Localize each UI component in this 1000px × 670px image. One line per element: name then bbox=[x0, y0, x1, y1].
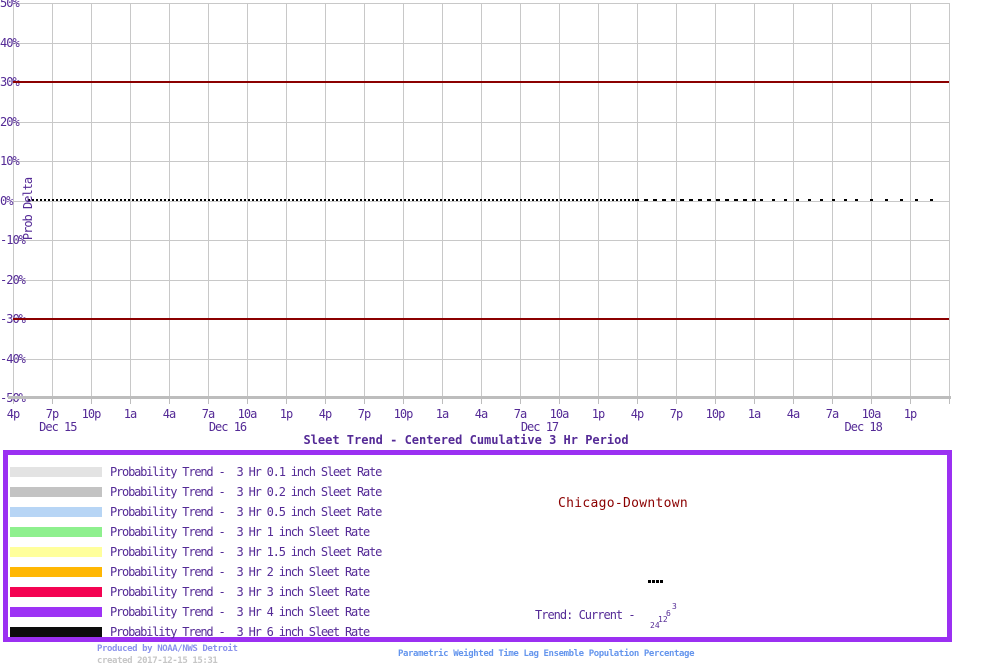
vertical-gridline bbox=[949, 3, 950, 398]
legend-label: Probability Trend - 3 Hr 1 inch Sleet Ra… bbox=[110, 525, 369, 539]
x-tick-label: 1a bbox=[738, 408, 770, 421]
zero-trend-dotted-line bbox=[855, 199, 938, 201]
x-tick-label: 1a bbox=[114, 408, 146, 421]
x-tick-label: 1p bbox=[894, 408, 926, 421]
x-tick-label: 10p bbox=[699, 408, 731, 421]
legend-label: Probability Trend - 3 Hr 0.2 inch Sleet … bbox=[110, 485, 381, 499]
chart-title: Sleet Trend - Centered Cumulative 3 Hr P… bbox=[0, 433, 932, 447]
legend-color-swatch bbox=[10, 587, 102, 597]
x-axis-line bbox=[8, 396, 951, 399]
y-tick-label: -40% bbox=[0, 353, 25, 365]
horizontal-gridline bbox=[13, 280, 949, 281]
x-tick-label: 4p bbox=[309, 408, 341, 421]
zero-trend-dotted-line bbox=[760, 199, 855, 201]
horizontal-gridline bbox=[13, 201, 949, 202]
x-tick-label: 7a bbox=[816, 408, 848, 421]
x-tick-label: 7p bbox=[660, 408, 692, 421]
reference-line-plus30 bbox=[13, 81, 949, 83]
x-tick-label: 7p bbox=[348, 408, 380, 421]
x-tick-label: 1p bbox=[582, 408, 614, 421]
x-tick-label: 4a bbox=[777, 408, 809, 421]
legend-row: Probability Trend - 3 Hr 0.2 inch Sleet … bbox=[8, 482, 508, 502]
legend-color-swatch bbox=[10, 567, 102, 577]
legend-color-swatch bbox=[10, 507, 102, 517]
y-tick-label: 50% bbox=[0, 0, 19, 9]
trend-hour-3: 3 bbox=[672, 603, 677, 611]
legend-row: Probability Trend - 3 Hr 1.5 inch Sleet … bbox=[8, 542, 508, 562]
x-tick-label: 10p bbox=[387, 408, 419, 421]
legend-row: Probability Trend - 3 Hr 4 inch Sleet Ra… bbox=[8, 602, 508, 622]
legend-color-swatch bbox=[10, 467, 102, 477]
legend-color-swatch bbox=[10, 607, 102, 617]
trend-dot bbox=[656, 580, 659, 583]
y-tick-label: 40% bbox=[0, 37, 19, 49]
y-axis-title: Prob Delta bbox=[21, 169, 35, 249]
x-tick-label: 4a bbox=[153, 408, 185, 421]
legend-color-swatch bbox=[10, 547, 102, 557]
trend-dot bbox=[648, 580, 651, 583]
y-tick-label: -20% bbox=[0, 274, 25, 286]
x-tick-label: 1p bbox=[270, 408, 302, 421]
x-tick-label: 4a bbox=[465, 408, 497, 421]
legend-label: Probability Trend - 3 Hr 3 inch Sleet Ra… bbox=[110, 585, 369, 599]
x-tick-label: 10p bbox=[75, 408, 107, 421]
legend-row: Probability Trend - 3 Hr 2 inch Sleet Ra… bbox=[8, 562, 508, 582]
legend-row: Probability Trend - 3 Hr 3 inch Sleet Ra… bbox=[8, 582, 508, 602]
x-tick-label: 1a bbox=[426, 408, 458, 421]
legend-color-swatch bbox=[10, 527, 102, 537]
legend-row: Probability Trend - 3 Hr 1 inch Sleet Ra… bbox=[8, 522, 508, 542]
horizontal-gridline bbox=[13, 161, 949, 162]
horizontal-gridline bbox=[13, 43, 949, 44]
footer-ensemble-note: Parametric Weighted Time Lag Ensemble Po… bbox=[398, 649, 694, 659]
legend-label: Probability Trend - 3 Hr 4 inch Sleet Ra… bbox=[110, 605, 369, 619]
legend-label: Probability Trend - 3 Hr 2 inch Sleet Ra… bbox=[110, 565, 369, 579]
legend-row: Probability Trend - 3 Hr 6 inch Sleet Ra… bbox=[8, 622, 508, 642]
legend-row: Probability Trend - 3 Hr 0.1 inch Sleet … bbox=[8, 462, 508, 482]
footer-produced-by: Produced by NOAA/NWS Detroit bbox=[97, 644, 238, 654]
site-name-label: Chicago-Downtown bbox=[478, 496, 768, 511]
legend-rows: Probability Trend - 3 Hr 0.1 inch Sleet … bbox=[8, 462, 508, 642]
footer-created-timestamp: created 2017-12-15 15:31 bbox=[97, 656, 217, 666]
sleet-trend-chart-page: 50%40%30%20%10%0%-10%-20%-30%-40%-50%4p7… bbox=[0, 0, 1000, 670]
trend-dot bbox=[660, 580, 663, 583]
trend-current-label: Trend: Current - bbox=[535, 608, 635, 622]
y-tick-label: 20% bbox=[0, 116, 19, 128]
horizontal-gridline bbox=[13, 122, 949, 123]
legend-label: Probability Trend - 3 Hr 0.5 inch Sleet … bbox=[110, 505, 381, 519]
trend-hour-24: 24 bbox=[650, 622, 660, 630]
horizontal-gridline bbox=[13, 3, 949, 4]
legend-label: Probability Trend - 3 Hr 6 inch Sleet Ra… bbox=[110, 625, 369, 639]
legend-label: Probability Trend - 3 Hr 1.5 inch Sleet … bbox=[110, 545, 381, 559]
x-tick-label: 4p bbox=[0, 408, 29, 421]
legend-box: Probability Trend - 3 Hr 0.1 inch Sleet … bbox=[3, 450, 952, 642]
zero-trend-dotted-line bbox=[28, 199, 635, 201]
zero-trend-dotted-line bbox=[635, 199, 760, 201]
trend-dot bbox=[652, 580, 655, 583]
legend-color-swatch bbox=[10, 627, 102, 637]
legend-label: Probability Trend - 3 Hr 0.1 inch Sleet … bbox=[110, 465, 381, 479]
horizontal-gridline bbox=[13, 359, 949, 360]
reference-line-minus30 bbox=[13, 318, 949, 320]
legend-color-swatch bbox=[10, 487, 102, 497]
x-tick-label: 4p bbox=[621, 408, 653, 421]
horizontal-gridline bbox=[13, 240, 949, 241]
y-tick-label: 10% bbox=[0, 155, 19, 167]
y-tick-label: 0% bbox=[0, 195, 12, 207]
legend-row: Probability Trend - 3 Hr 0.5 inch Sleet … bbox=[8, 502, 508, 522]
